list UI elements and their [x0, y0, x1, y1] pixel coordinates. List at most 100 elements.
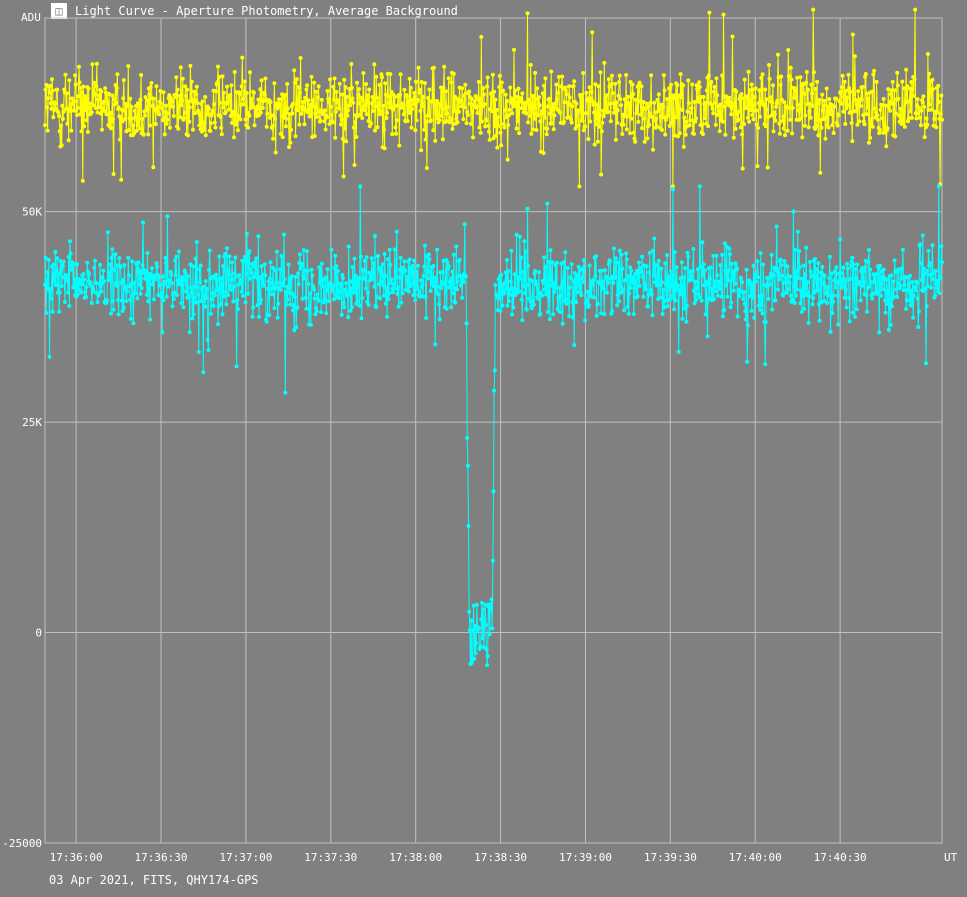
data-point	[767, 76, 772, 81]
data-point	[665, 304, 670, 309]
data-point	[572, 343, 577, 348]
data-point	[704, 300, 709, 305]
data-point	[595, 139, 600, 144]
data-point	[166, 284, 171, 289]
data-point	[693, 279, 698, 284]
data-point	[72, 108, 77, 113]
data-point	[115, 72, 120, 77]
data-point	[503, 108, 507, 113]
x-tick-label: 17:37:00	[219, 851, 272, 864]
data-point	[749, 308, 754, 313]
data-point	[549, 121, 554, 126]
data-point	[194, 92, 199, 97]
data-point	[802, 306, 807, 311]
data-point	[792, 284, 796, 289]
data-point	[342, 126, 347, 131]
data-point	[801, 263, 806, 268]
data-point	[357, 303, 362, 308]
data-point	[682, 115, 687, 120]
data-point	[692, 100, 697, 104]
data-point	[581, 258, 586, 263]
data-point	[859, 97, 864, 102]
data-point	[735, 267, 739, 272]
data-point	[663, 132, 668, 137]
data-point	[571, 84, 576, 88]
data-point	[795, 102, 800, 107]
data-point	[299, 111, 304, 116]
data-point	[916, 325, 921, 329]
data-point	[214, 272, 219, 277]
data-point	[546, 310, 550, 314]
data-point	[151, 297, 156, 302]
light-curve-chart[interactable]: 50K25K0-2500017:36:00 17:36:30 17:37:00 17:…	[0, 0, 967, 897]
data-point	[729, 112, 734, 117]
data-point	[930, 77, 935, 82]
data-point	[392, 282, 397, 286]
data-point	[737, 294, 742, 299]
data-point	[144, 106, 149, 111]
data-point	[117, 256, 122, 261]
data-point	[485, 663, 490, 668]
data-point	[618, 284, 623, 289]
data-point	[852, 314, 857, 319]
data-point	[298, 56, 303, 60]
data-point	[760, 294, 764, 299]
data-point	[865, 105, 870, 110]
data-point	[335, 268, 340, 273]
data-point	[815, 79, 820, 84]
data-point	[125, 289, 129, 294]
data-point	[783, 133, 787, 138]
data-point	[263, 76, 268, 81]
data-point	[647, 122, 652, 127]
data-point	[218, 302, 223, 307]
data-point	[244, 271, 249, 276]
data-point	[225, 246, 229, 251]
data-point	[371, 277, 375, 282]
data-point	[806, 125, 811, 130]
data-point	[611, 280, 616, 285]
data-point	[736, 117, 741, 122]
data-point	[748, 102, 753, 107]
data-point	[905, 288, 910, 293]
data-point	[924, 361, 928, 366]
data-point	[369, 256, 374, 261]
data-point	[373, 234, 377, 238]
data-point	[400, 291, 405, 296]
data-point	[195, 101, 200, 105]
series-1	[43, 184, 944, 668]
data-point	[806, 87, 811, 92]
data-point	[845, 266, 850, 271]
data-point	[510, 312, 515, 317]
data-point	[469, 96, 474, 101]
data-point	[697, 295, 702, 300]
data-point	[250, 102, 255, 107]
data-point	[454, 244, 459, 249]
data-point	[501, 122, 506, 126]
data-point	[843, 287, 848, 292]
data-point	[134, 128, 139, 133]
data-point	[600, 120, 605, 125]
data-point	[492, 368, 497, 373]
data-point	[189, 285, 194, 290]
data-point	[61, 259, 66, 264]
data-point	[633, 97, 638, 102]
data-point	[221, 294, 226, 299]
data-point	[690, 82, 695, 87]
data-point	[145, 251, 150, 255]
data-point	[738, 125, 743, 130]
data-point	[500, 303, 505, 308]
data-point	[101, 268, 106, 273]
data-point	[412, 90, 417, 95]
data-point	[920, 100, 925, 105]
data-point	[401, 112, 406, 117]
data-point	[619, 252, 624, 257]
data-point	[694, 298, 698, 302]
data-point	[244, 231, 249, 236]
data-point	[709, 79, 714, 84]
data-point	[287, 145, 292, 149]
data-point	[131, 321, 136, 326]
data-point	[237, 273, 242, 278]
data-point	[298, 266, 303, 271]
data-point	[522, 239, 527, 244]
data-point	[533, 70, 538, 75]
